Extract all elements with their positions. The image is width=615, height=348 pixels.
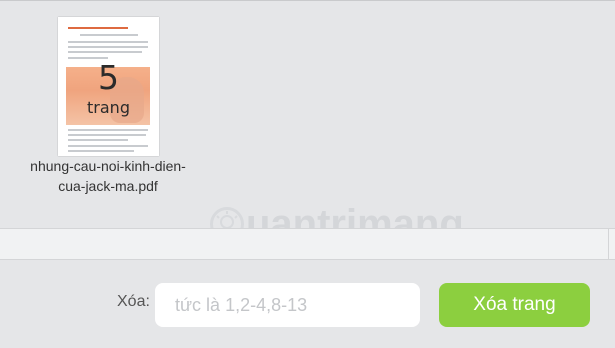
separator-band [0, 228, 615, 260]
pdf-delete-pages-panel: 5 trang nhung-cau-noi-kinh-dien- cua-jac… [0, 0, 615, 348]
file-card[interactable]: 5 trang nhung-cau-noi-kinh-dien- cua-jac… [20, 16, 200, 196]
delete-pages-button[interactable]: Xóa trang [439, 283, 590, 327]
file-name-line-2: cua-jack-ma.pdf [58, 178, 158, 194]
page-count-unit: trang [87, 98, 130, 117]
pages-to-delete-input[interactable] [155, 283, 420, 327]
delete-label: Xóa: [117, 293, 150, 310]
top-divider [0, 0, 615, 1]
file-name-line-1: nhung-cau-noi-kinh-dien- [30, 158, 186, 174]
file-name: nhung-cau-noi-kinh-dien- cua-jack-ma.pdf [20, 156, 196, 196]
pdf-thumbnail[interactable]: 5 trang [58, 17, 159, 156]
page-count: 5 [98, 58, 119, 97]
